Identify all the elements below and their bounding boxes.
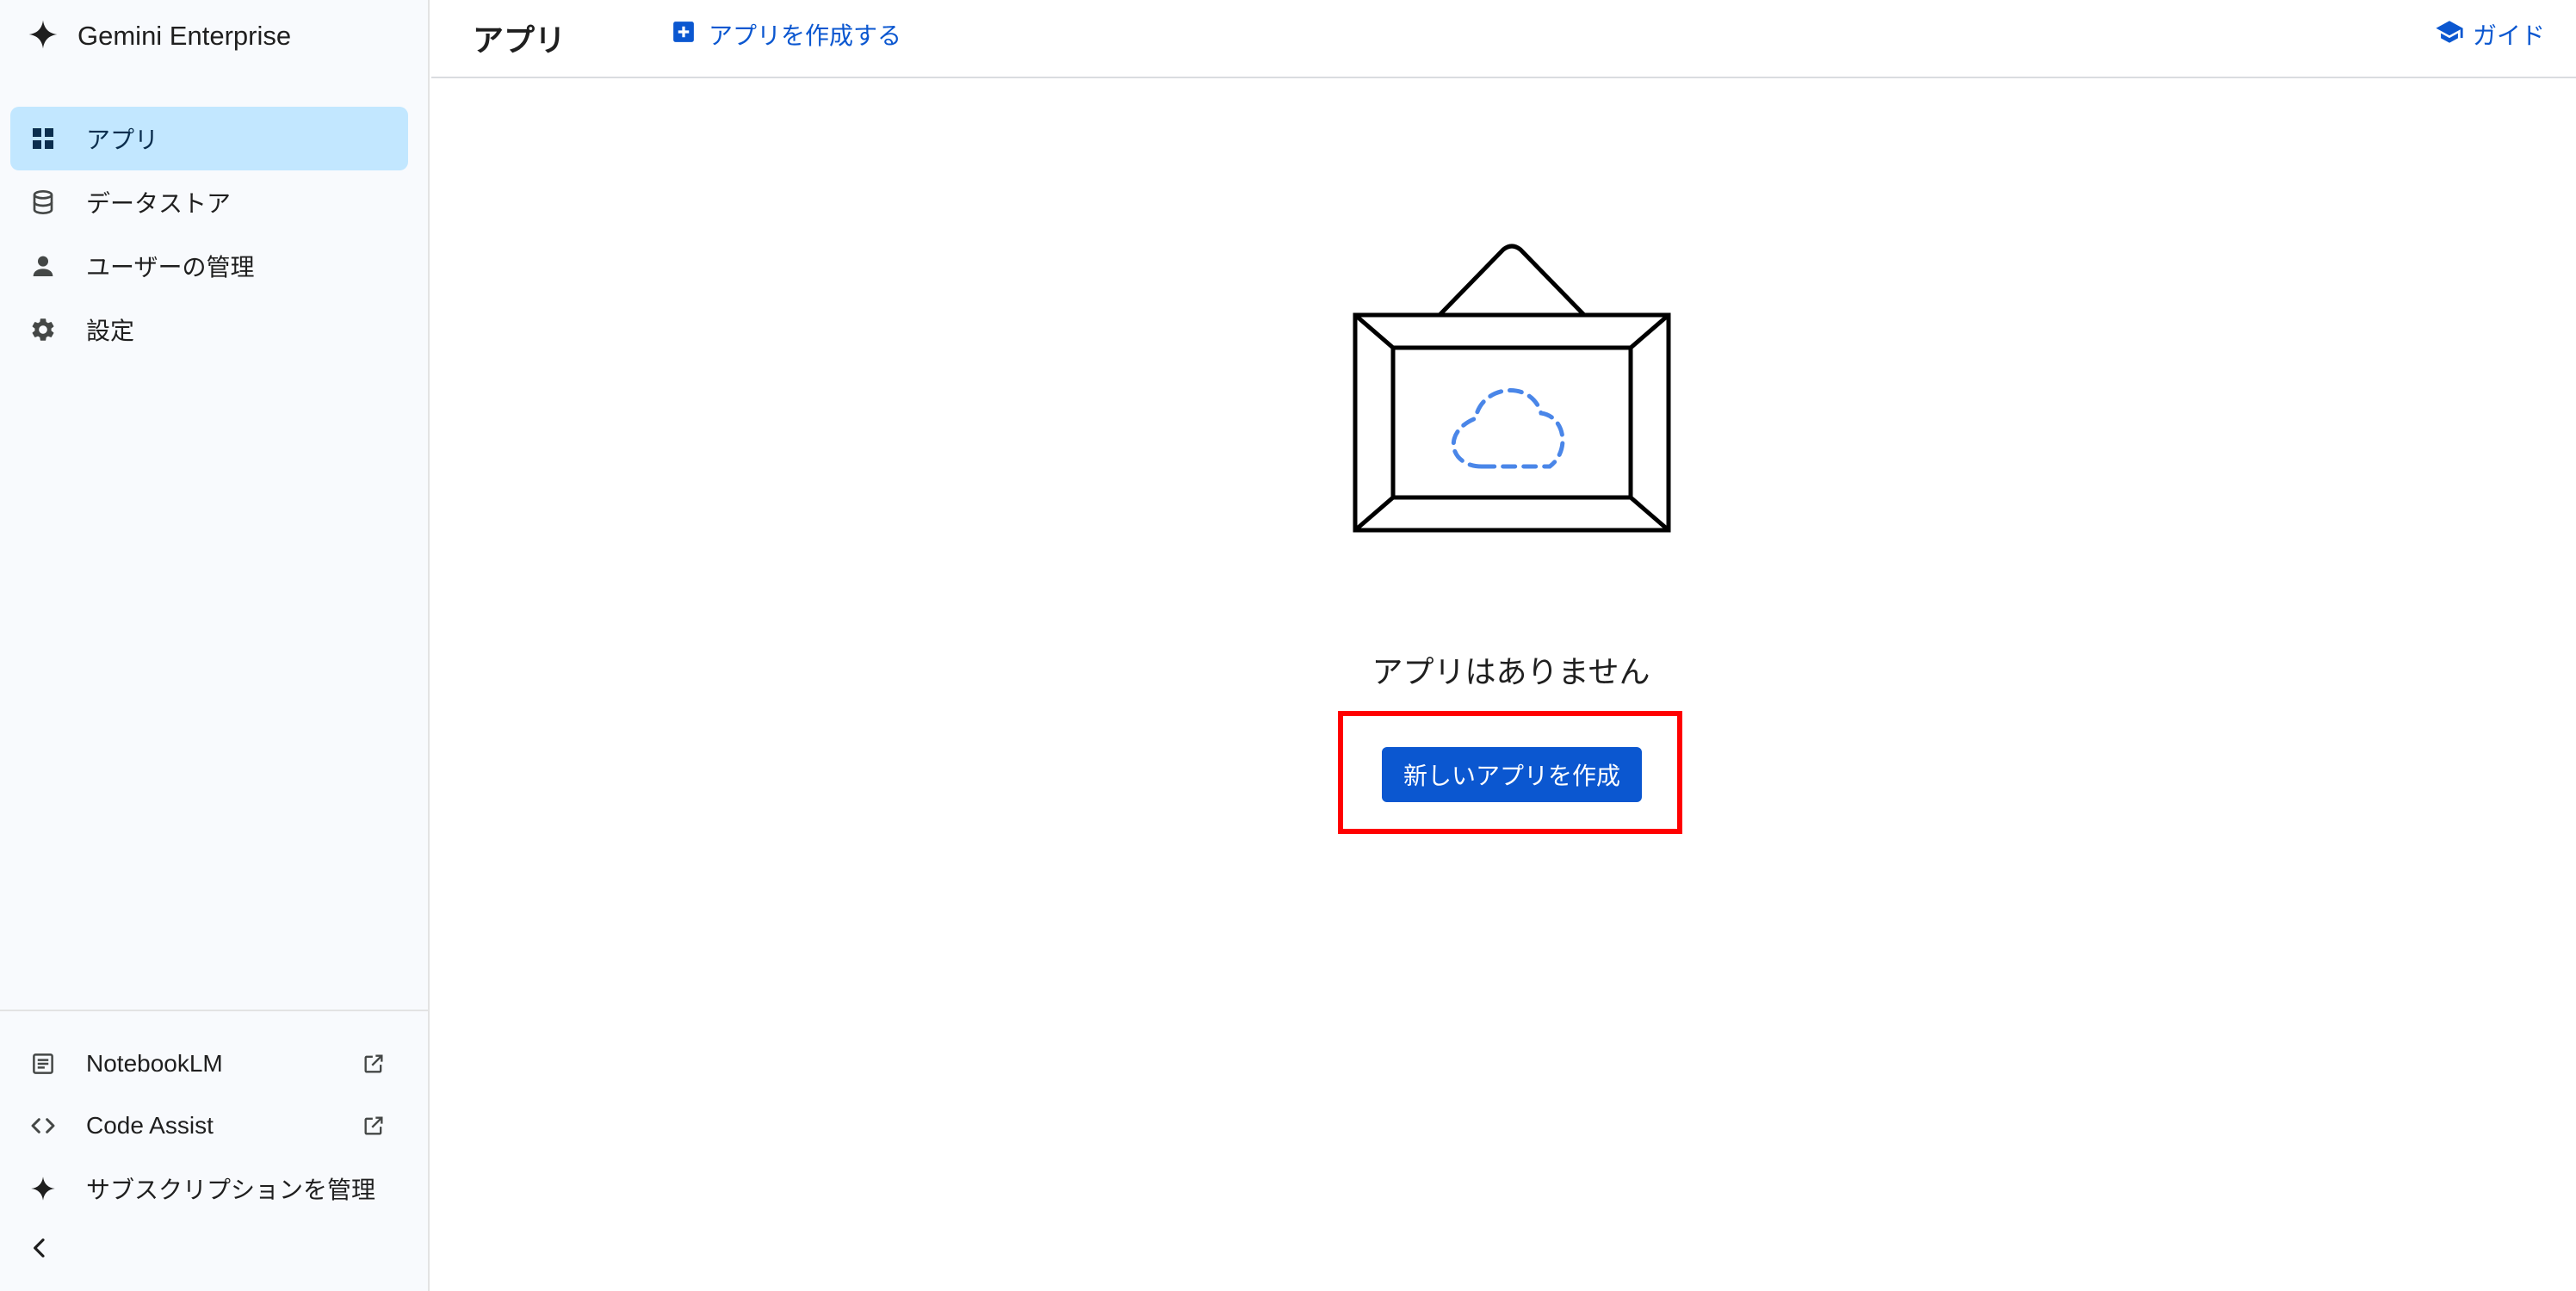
sidebar-item-label: アプリ xyxy=(86,127,159,153)
chevron-left-icon xyxy=(26,1234,53,1266)
sidebar-item-label: NotebookLM xyxy=(86,1050,223,1077)
sidebar-divider xyxy=(0,1010,430,1011)
page-title: アプリ xyxy=(473,22,567,58)
sidebar-item-label: Code Assist xyxy=(86,1112,214,1139)
empty-state-message: アプリはありません xyxy=(1372,654,1650,689)
sidebar-item-label: ユーザーの管理 xyxy=(86,254,255,281)
brand-name: Gemini Enterprise xyxy=(77,21,292,51)
gemini-sparkle-icon xyxy=(28,19,59,54)
create-app-link-label: アプリを作成する xyxy=(709,22,902,49)
empty-state-illustration xyxy=(1348,241,1675,534)
sidebar-item-label: サブスクリプションを管理 xyxy=(86,1177,376,1203)
apps-grid-icon xyxy=(28,123,59,154)
sidebar-item-settings[interactable]: 設定 xyxy=(10,298,408,361)
brand[interactable]: Gemini Enterprise xyxy=(28,17,291,55)
gear-icon xyxy=(28,314,59,345)
sidebar-item-users[interactable]: ユーザーの管理 xyxy=(10,234,408,298)
sidebar-item-subscription[interactable]: サブスクリプションを管理 xyxy=(10,1160,408,1217)
sidebar: Gemini Enterprise アプリ データストア ユーザーの管理 設定 … xyxy=(0,0,430,1291)
guide-link[interactable]: ガイド xyxy=(2435,19,2545,50)
create-new-app-button[interactable]: 新しいアプリを作成 xyxy=(1382,747,1642,802)
guide-link-label: ガイド xyxy=(2472,22,2545,49)
notebook-icon xyxy=(28,1048,59,1079)
sidebar-item-label: 設定 xyxy=(86,318,135,344)
external-link-icon[interactable] xyxy=(360,1050,387,1078)
sidebar-item-label: データストア xyxy=(86,190,232,217)
collapse-sidebar-button[interactable] xyxy=(22,1232,57,1267)
database-icon xyxy=(28,187,59,218)
create-app-link[interactable]: アプリを作成する xyxy=(671,19,901,50)
sidebar-item-apps[interactable]: アプリ xyxy=(10,107,408,170)
school-cap-icon xyxy=(2435,17,2464,53)
top-header: アプリ アプリを作成する ガイド xyxy=(431,0,2576,78)
add-box-icon xyxy=(671,19,697,51)
sidebar-item-code-assist[interactable]: Code Assist xyxy=(10,1097,408,1154)
sidebar-item-datastore[interactable]: データストア xyxy=(10,170,408,234)
code-icon xyxy=(28,1110,59,1141)
sparkle-icon xyxy=(28,1173,59,1204)
sidebar-item-notebooklm[interactable]: NotebookLM xyxy=(10,1035,408,1092)
external-link-icon[interactable] xyxy=(360,1112,387,1140)
person-icon xyxy=(28,250,59,281)
